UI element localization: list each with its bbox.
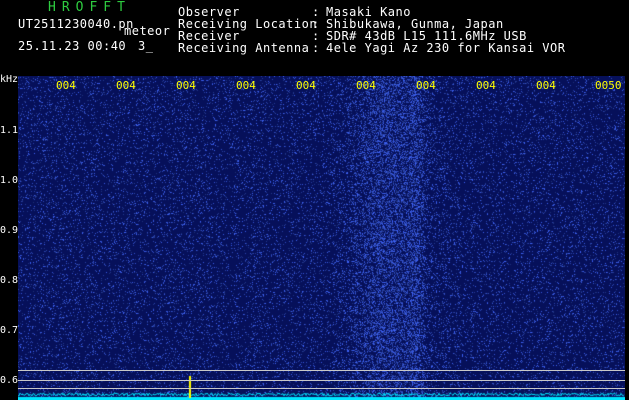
x-tick: 004 (416, 79, 436, 92)
app-title: HROFFT (48, 0, 131, 15)
timestamp: 25.11.23 00:40 (18, 39, 127, 53)
x-tick: 004 (176, 79, 196, 92)
file-name: UT2511230040.pn (18, 17, 134, 31)
x-tick: 004 (476, 79, 496, 92)
x-tick: 004 (356, 79, 376, 92)
spectrogram-window: HROFFT UT2511230040.pn meteor 25.11.23 0… (0, 0, 629, 400)
spectrogram-canvas (18, 76, 625, 400)
antenna-label: Receiving Antenna (178, 41, 310, 55)
y-tick: 1.0 (0, 175, 19, 186)
x-tick: 0050 (595, 79, 622, 92)
reference-line (18, 388, 625, 389)
count-label: 3_ (138, 39, 154, 53)
x-tick: 004 (116, 79, 136, 92)
antenna-sep: : (312, 41, 320, 55)
y-tick: 0.6 (0, 375, 19, 386)
x-tick: 004 (56, 79, 76, 92)
antenna-value: 4ele Yagi Az 230 for Kansai VOR (326, 41, 566, 55)
reference-line (18, 380, 625, 381)
x-tick: 004 (296, 79, 316, 92)
y-tick: 1.1 (0, 125, 19, 136)
x-tick: 004 (236, 79, 256, 92)
x-tick: 004 (536, 79, 556, 92)
tag-label: meteor (124, 24, 171, 38)
y-tick: 0.9 (0, 225, 19, 236)
spectrogram-plot (18, 76, 625, 400)
reference-line (18, 370, 625, 371)
y-tick: 0.8 (0, 275, 19, 286)
y-axis-unit: kHz (0, 74, 19, 85)
y-tick: 0.7 (0, 325, 19, 336)
